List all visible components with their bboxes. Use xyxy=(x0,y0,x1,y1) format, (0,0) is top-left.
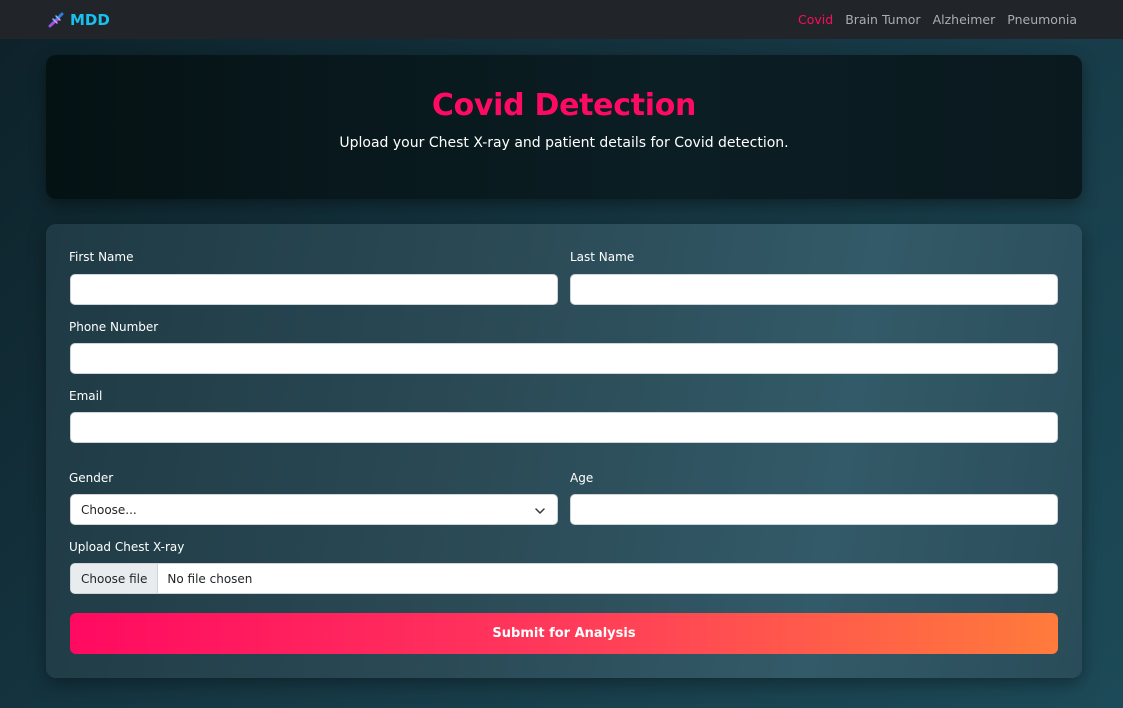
navbar: MDD Covid Brain Tumor Alzheimer Pneumoni… xyxy=(0,0,1123,39)
brand[interactable]: MDD xyxy=(46,10,110,30)
age-label: Age xyxy=(570,471,594,485)
age-input[interactable] xyxy=(570,494,1058,525)
phone-input[interactable] xyxy=(70,343,1058,374)
xray-file-input[interactable]: Choose file No file chosen xyxy=(70,563,1058,594)
first-name-input[interactable] xyxy=(70,274,558,305)
submit-button[interactable]: Submit for Analysis xyxy=(70,613,1058,654)
hero-banner: Covid Detection Upload your Chest X-ray … xyxy=(46,55,1082,199)
gender-selected-value: Choose... xyxy=(81,502,137,517)
page-title: Covid Detection xyxy=(431,88,697,123)
gender-select[interactable]: Choose... xyxy=(70,494,558,525)
choose-file-button[interactable]: Choose file xyxy=(71,564,159,593)
page-subtitle: Upload your Chest X-ray and patient deta… xyxy=(339,135,789,151)
dna-icon xyxy=(46,10,66,30)
nav-link-pneumonia[interactable]: Pneumonia xyxy=(1007,12,1077,27)
email-input[interactable] xyxy=(70,412,1058,443)
nav-links: Covid Brain Tumor Alzheimer Pneumonia xyxy=(798,12,1077,27)
first-name-label: First Name xyxy=(69,250,134,264)
brand-name: MDD xyxy=(70,10,110,29)
last-name-input[interactable] xyxy=(570,274,1058,305)
upload-label: Upload Chest X-ray xyxy=(69,540,185,554)
file-status: No file chosen xyxy=(167,571,253,586)
phone-label: Phone Number xyxy=(69,320,159,334)
nav-link-covid[interactable]: Covid xyxy=(798,12,833,27)
last-name-label: Last Name xyxy=(570,250,635,264)
nav-link-brain-tumor[interactable]: Brain Tumor xyxy=(845,12,920,27)
nav-link-alzheimer[interactable]: Alzheimer xyxy=(933,12,996,27)
email-label: Email xyxy=(69,389,103,403)
patient-form: First Name Last Name Phone Number Email … xyxy=(46,224,1082,678)
gender-label: Gender xyxy=(69,471,114,485)
chevron-down-icon xyxy=(535,505,545,515)
